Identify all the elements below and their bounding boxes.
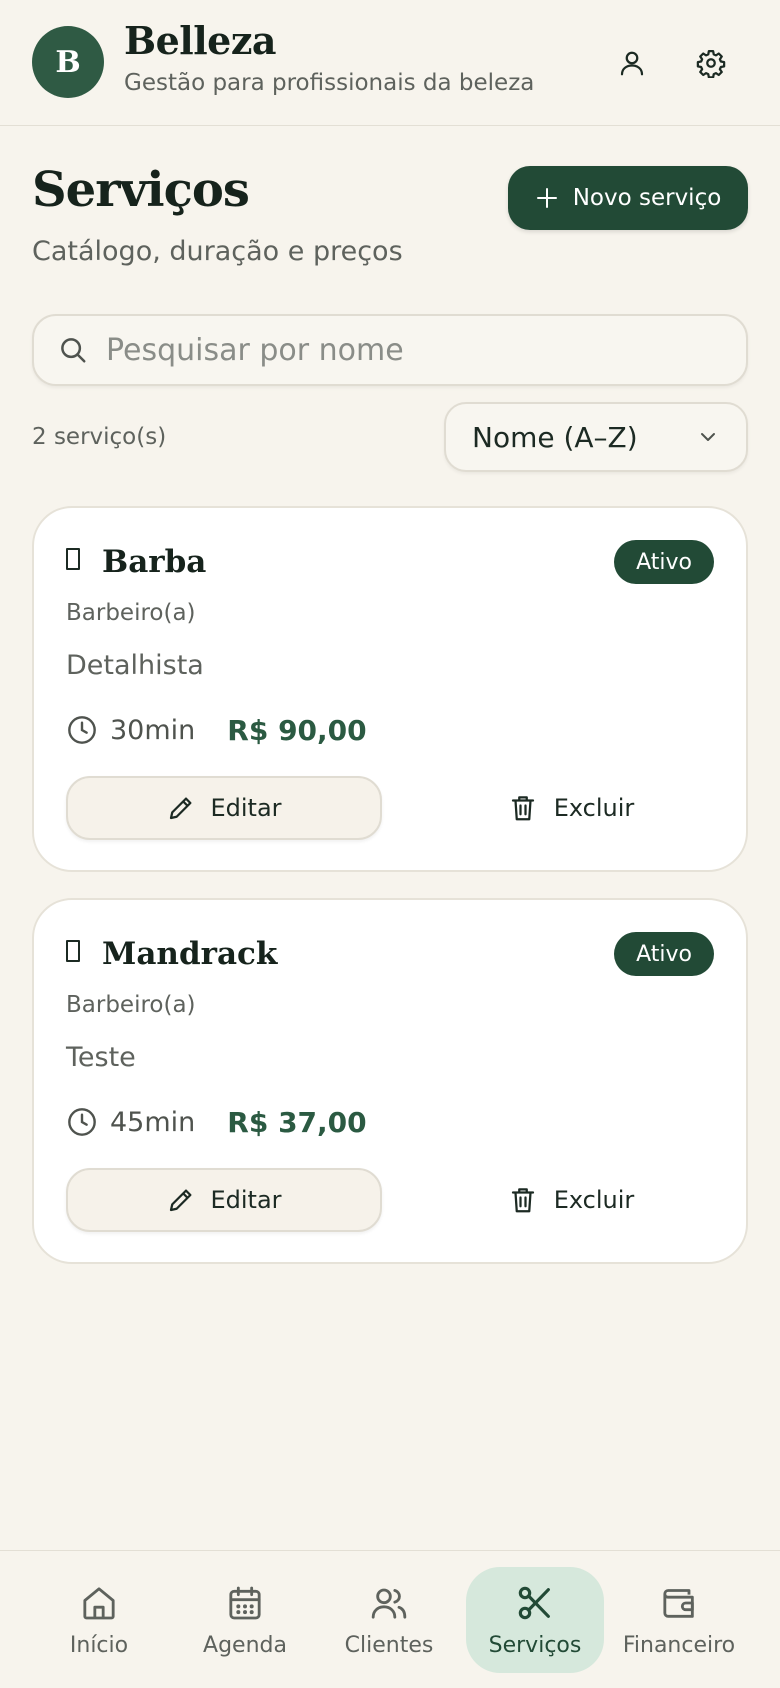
nav-item-clientes[interactable]: Clientes	[320, 1567, 458, 1673]
edit-service-button[interactable]: Editar	[66, 1168, 382, 1232]
nav-label: Financeiro	[622, 1632, 736, 1658]
service-price: R$ 37,00	[227, 1105, 367, 1139]
status-badge: Ativo	[614, 540, 714, 584]
search-icon	[61, 338, 86, 363]
service-description: Teste	[66, 1042, 136, 1073]
app: B Belleza Gestão para profissionais da b…	[0, 0, 780, 1688]
nav-item-inicio[interactable]: Início	[30, 1567, 168, 1673]
settings-icon	[696, 50, 726, 78]
services-count: 2 serviço(s)	[32, 424, 167, 450]
nav-item-financeiro[interactable]: Financeiro	[610, 1567, 748, 1673]
app-header: B Belleza Gestão para profissionais da b…	[0, 0, 780, 126]
search-input[interactable]	[106, 332, 666, 368]
brand-title: Belleza	[124, 18, 277, 63]
plus-icon	[536, 188, 557, 208]
service-meta: 45min R$ 37,00	[66, 1102, 367, 1142]
sort-select[interactable]: Nome (A–Z)	[444, 402, 748, 472]
sort-selected-value: Nome (A–Z)	[472, 420, 638, 454]
page-title: Serviços	[32, 162, 250, 218]
service-price: R$ 90,00	[227, 713, 367, 747]
search-box	[32, 314, 748, 386]
status-badge: Ativo	[614, 932, 714, 976]
service-meta: 30min R$ 90,00	[66, 710, 367, 750]
delete-label: Excluir	[553, 794, 635, 822]
service-category: Barbeiro(a)	[66, 992, 196, 1018]
home-icon	[83, 1586, 115, 1619]
service-description: Detalhista	[66, 650, 204, 681]
scissors-icon	[518, 1586, 550, 1619]
user-icon	[620, 51, 644, 76]
clock-icon	[68, 1108, 96, 1136]
nav-item-agenda[interactable]: Agenda	[176, 1567, 314, 1673]
pencil-icon	[170, 1189, 192, 1212]
service-card: Barba Ativo Barbeiro(a) Detalhista 30min…	[32, 506, 748, 872]
service-category: Barbeiro(a)	[66, 600, 196, 626]
brand-subtitle: Gestão para profissionais da beleza	[124, 70, 535, 96]
clock-icon	[68, 716, 96, 744]
edit-label: Editar	[210, 1186, 282, 1214]
edit-service-button[interactable]: Editar	[66, 776, 382, 840]
settings-button[interactable]	[688, 40, 734, 86]
nav-item-servicos[interactable]: Serviços	[466, 1567, 604, 1673]
users-icon	[371, 1588, 407, 1619]
service-name: Barba	[102, 544, 207, 580]
trash-icon	[511, 1188, 534, 1213]
wallet-icon	[663, 1588, 694, 1618]
service-name: Mandrack	[102, 936, 278, 972]
delete-service-button[interactable]: Excluir	[426, 1168, 716, 1232]
new-service-label: Novo serviço	[572, 185, 722, 211]
page-subtitle: Catálogo, duração e preços	[32, 236, 403, 267]
service-duration: 30min	[110, 714, 196, 746]
service-emoji-icon	[66, 940, 80, 962]
pencil-icon	[170, 797, 192, 820]
bottom-nav: Início Agenda Clientes Serviços Financei…	[0, 1550, 780, 1688]
delete-service-button[interactable]: Excluir	[426, 776, 716, 840]
new-service-button[interactable]: Novo serviço	[508, 166, 748, 230]
nav-label: Agenda	[203, 1632, 287, 1658]
service-duration: 45min	[110, 1106, 196, 1138]
nav-label: Serviços	[488, 1632, 582, 1658]
edit-label: Editar	[210, 794, 282, 822]
nav-label: Clientes	[344, 1632, 434, 1658]
profile-button[interactable]	[609, 40, 655, 86]
delete-label: Excluir	[553, 1186, 635, 1214]
service-card: Mandrack Ativo Barbeiro(a) Teste 45min R…	[32, 898, 748, 1264]
service-emoji-icon	[66, 548, 80, 570]
nav-label: Início	[69, 1632, 129, 1658]
chevron-down-icon	[701, 433, 715, 441]
brand-avatar: B	[32, 26, 104, 98]
trash-icon	[511, 796, 534, 821]
calendar-icon	[229, 1586, 261, 1619]
